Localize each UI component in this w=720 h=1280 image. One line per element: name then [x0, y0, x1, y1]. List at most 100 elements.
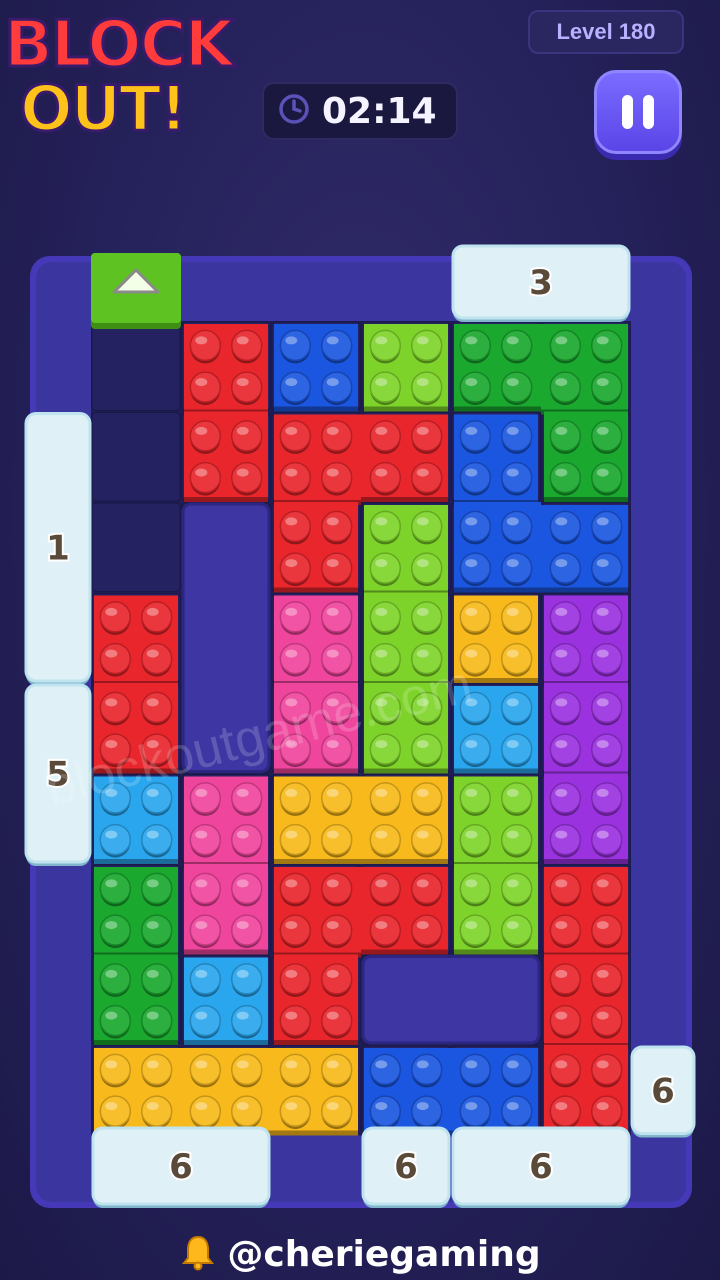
stud-highlight	[236, 1011, 249, 1020]
stud-highlight	[285, 788, 298, 797]
stud-highlight	[416, 1102, 429, 1111]
block-stud	[230, 329, 263, 362]
block-stud	[590, 914, 623, 946]
block-stud	[99, 1095, 132, 1127]
block-stud	[189, 823, 222, 856]
block-stud	[459, 371, 492, 403]
stud-highlight	[236, 969, 249, 978]
stud-highlight	[326, 649, 339, 658]
puzzle-block-green[interactable]	[94, 867, 178, 1045]
stud-highlight	[465, 607, 478, 616]
block-stud	[279, 782, 312, 814]
stud-highlight	[326, 426, 339, 435]
block-stud	[549, 329, 582, 362]
puzzle-block-sky[interactable]	[184, 957, 268, 1046]
block-stud	[500, 691, 533, 724]
puzzle-block-lime[interactable]	[454, 776, 538, 955]
block-stud	[189, 1095, 222, 1127]
stud-highlight	[596, 649, 609, 658]
puzzle-block-pink[interactable]	[184, 776, 268, 955]
block-stud	[549, 872, 582, 905]
block-stud	[590, 510, 623, 543]
block-stud	[369, 642, 402, 675]
stud-highlight	[146, 1102, 159, 1111]
stud-highlight	[506, 607, 519, 616]
block-stud	[320, 601, 353, 633]
block-stud	[549, 642, 582, 675]
stud-highlight	[506, 559, 519, 568]
stud-highlight	[375, 336, 388, 345]
block-stud	[410, 510, 443, 543]
block-stud	[189, 329, 222, 362]
stud-highlight	[416, 1060, 429, 1069]
stud-highlight	[326, 607, 339, 616]
block-stud	[99, 963, 132, 995]
stud-highlight	[596, 788, 609, 797]
puzzle-block-red[interactable]	[184, 324, 268, 502]
stud-highlight	[375, 559, 388, 568]
block-stud	[459, 329, 492, 362]
block-stud	[459, 461, 492, 494]
stud-highlight	[555, 468, 568, 477]
stud-highlight	[105, 1102, 118, 1111]
stud-highlight	[596, 830, 609, 839]
stud-highlight	[416, 740, 429, 749]
stud-highlight	[555, 517, 568, 526]
stud-highlight	[596, 1060, 609, 1069]
ice-gate-right: 6	[630, 1045, 696, 1138]
stud-highlight	[326, 1011, 339, 1020]
block-stud	[320, 371, 353, 403]
stud-highlight	[326, 788, 339, 797]
puzzle-block-blue[interactable]	[364, 1048, 538, 1136]
stud-highlight	[375, 426, 388, 435]
block-stud	[279, 963, 312, 995]
stud-highlight	[105, 921, 118, 930]
stud-highlight	[465, 468, 478, 477]
game-board[interactable]: 31566 6 6	[0, 0, 720, 1280]
puzzle-block-blue[interactable]	[274, 324, 358, 412]
stud-highlight	[146, 921, 159, 930]
block-stud	[549, 461, 582, 494]
puzzle-block-yellow[interactable]	[94, 1048, 358, 1136]
stud-highlight	[285, 830, 298, 839]
block-stud	[279, 914, 312, 946]
block-stud	[410, 733, 443, 765]
block-stud	[549, 420, 582, 452]
stud-highlight	[195, 1102, 208, 1111]
block-stud	[459, 733, 492, 765]
block-stud	[140, 691, 173, 724]
stud-highlight	[105, 649, 118, 658]
stud-highlight	[555, 426, 568, 435]
stud-highlight	[105, 879, 118, 888]
stud-highlight	[285, 921, 298, 930]
block-stud	[590, 1004, 623, 1037]
block-stud	[369, 1095, 402, 1127]
block-stud	[590, 642, 623, 675]
puzzle-block-lime[interactable]	[364, 324, 448, 412]
puzzle-block-purple[interactable]	[544, 595, 628, 865]
bell-icon	[179, 1233, 217, 1275]
block-stud	[369, 872, 402, 905]
block-stud	[410, 1053, 443, 1086]
block-stud	[590, 461, 623, 494]
stud-highlight	[195, 969, 208, 978]
block-stud	[410, 872, 443, 905]
block-stud	[189, 782, 222, 814]
stud-highlight	[596, 468, 609, 477]
block-stud	[140, 642, 173, 675]
block-stud	[189, 963, 222, 995]
block-stud	[140, 601, 173, 633]
puzzle-block-red[interactable]	[544, 867, 628, 1136]
block-stud	[230, 1053, 263, 1086]
stud-highlight	[555, 788, 568, 797]
block-stud	[500, 510, 533, 543]
grid-cell	[91, 502, 181, 592]
stud-highlight	[285, 1011, 298, 1020]
block-stud	[549, 552, 582, 584]
puzzle-block-yellow[interactable]	[274, 776, 448, 865]
stud-highlight	[326, 468, 339, 477]
block-stud	[369, 823, 402, 856]
block-stud	[549, 1004, 582, 1037]
stud-highlight	[285, 879, 298, 888]
stud-highlight	[285, 517, 298, 526]
